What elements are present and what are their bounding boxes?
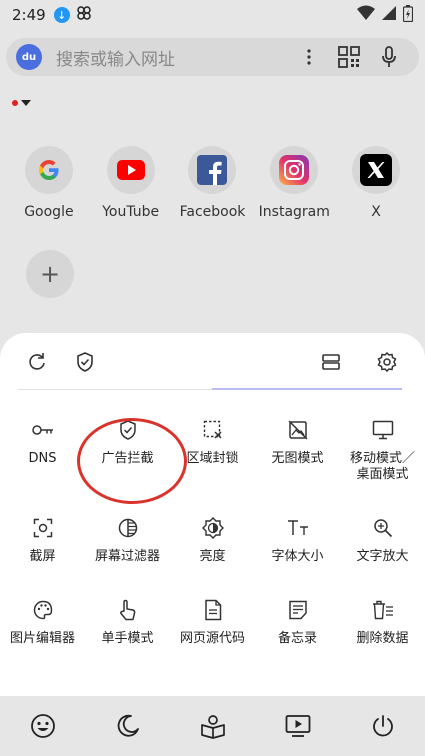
tool-label: 亮度 — [199, 549, 226, 564]
address-bar[interactable]: du 搜索或输入网址 — [6, 38, 419, 76]
tab-indicator — [212, 388, 402, 390]
signal-icon — [381, 5, 397, 25]
shortcut-youtube[interactable]: YouTube — [90, 146, 172, 220]
tool-label: 屏幕过滤器 — [94, 549, 160, 564]
baidu-logo-icon[interactable]: du — [16, 44, 42, 70]
status-time: 2:49 — [12, 6, 46, 24]
no-image-icon — [287, 419, 309, 441]
status-bar: 2:49 ↓ — [0, 0, 425, 30]
tool-label: 无图模式 — [271, 451, 324, 466]
settings-gear-icon[interactable] — [374, 349, 400, 375]
tool-dns[interactable]: DNS — [0, 419, 85, 483]
tools-grid: DNS 广告拦截 区域封锁 无图模式 移动模式／ 桌面模式 截屏 屏幕过滤器 亮… — [0, 419, 425, 647]
tool-label: 移动模式／ 桌面模式 — [349, 451, 415, 482]
tool-one-hand[interactable]: 单手模式 — [85, 599, 170, 647]
shield-check-icon — [117, 419, 139, 441]
tool-label: 文字放大 — [356, 549, 409, 564]
tool-label: 字体大小 — [271, 549, 324, 564]
google-icon — [24, 146, 73, 194]
shortcut-row: Google YouTube Facebook Instagram X — [0, 146, 425, 220]
tab-list-icon[interactable] — [318, 349, 344, 375]
video-player-icon[interactable] — [283, 711, 313, 741]
search-engine-switch[interactable] — [12, 92, 31, 106]
tool-label: 网页源代码 — [179, 631, 245, 646]
tool-label: 单手模式 — [101, 631, 154, 646]
tool-memo[interactable]: 备忘录 — [255, 599, 340, 647]
tool-brightness[interactable]: 亮度 — [170, 517, 255, 565]
tools-sheet: DNS 广告拦截 区域封锁 无图模式 移动模式／ 桌面模式 截屏 屏幕过滤器 亮… — [0, 333, 425, 696]
shortcut-google[interactable]: Google — [8, 146, 90, 220]
notification-icon — [76, 5, 92, 25]
reader-mode-icon[interactable] — [198, 711, 228, 741]
more-vert-icon[interactable] — [289, 42, 329, 72]
tool-region-block[interactable]: 区域封锁 — [170, 419, 255, 483]
facebook-icon — [188, 146, 237, 194]
monitor-icon — [372, 419, 394, 441]
tool-font-size[interactable]: 字体大小 — [255, 517, 340, 565]
engine-indicator-icon — [12, 100, 18, 106]
tool-page-source[interactable]: 网页源代码 — [170, 599, 255, 647]
tool-label: 区域封锁 — [186, 451, 239, 466]
refresh-icon[interactable] — [24, 349, 50, 375]
youtube-icon — [106, 146, 155, 194]
tool-label: 删除数据 — [356, 631, 409, 646]
tool-label: 广告拦截 — [101, 451, 154, 466]
tool-desktop-mode[interactable]: 移动模式／ 桌面模式 — [340, 419, 425, 483]
battery-icon — [402, 4, 414, 26]
tool-screen-filter[interactable]: 屏幕过滤器 — [85, 517, 170, 565]
shield-tab-icon[interactable] — [72, 349, 98, 375]
bottom-toolbar — [0, 696, 425, 756]
shortcut-label: YouTube — [102, 204, 160, 220]
delete-data-icon — [372, 599, 394, 621]
shortcut-label: Instagram — [258, 204, 330, 220]
power-exit-icon[interactable] — [368, 711, 398, 741]
tool-image-editor[interactable]: 图片编辑器 — [0, 599, 85, 647]
screen-filter-icon — [117, 517, 139, 539]
shortcut-instagram[interactable]: Instagram — [253, 146, 335, 220]
font-size-icon — [287, 517, 309, 539]
add-shortcut-button[interactable]: + — [26, 250, 74, 298]
zoom-text-icon — [372, 517, 394, 539]
region-block-icon — [202, 419, 224, 441]
wifi-icon — [357, 5, 375, 25]
key-icon — [31, 419, 54, 441]
shortcut-label: X — [371, 204, 381, 220]
chevron-down-icon — [21, 100, 31, 106]
tool-delete-data[interactable]: 删除数据 — [340, 599, 425, 647]
one-hand-icon — [117, 599, 139, 621]
screenshot-icon — [32, 517, 54, 539]
palette-icon — [32, 599, 54, 621]
tool-no-image[interactable]: 无图模式 — [255, 419, 340, 483]
tool-label: 备忘录 — [277, 631, 317, 646]
shortcut-label: Facebook — [179, 204, 246, 220]
tool-screenshot[interactable]: 截屏 — [0, 517, 85, 565]
shortcut-label: Google — [24, 204, 74, 220]
brightness-icon — [201, 517, 224, 539]
emoji-icon[interactable] — [28, 711, 58, 741]
tool-label: DNS — [28, 451, 57, 466]
tool-label: 图片编辑器 — [9, 631, 75, 646]
x-icon — [352, 146, 401, 194]
shortcut-x[interactable]: X — [335, 146, 417, 220]
shortcut-facebook[interactable]: Facebook — [172, 146, 254, 220]
qr-scan-icon[interactable] — [329, 42, 369, 72]
download-icon: ↓ — [53, 7, 70, 23]
tool-label: 截屏 — [29, 549, 56, 564]
instagram-icon — [270, 146, 319, 194]
microphone-icon[interactable] — [369, 42, 409, 72]
night-mode-icon[interactable] — [113, 711, 143, 741]
source-code-icon — [202, 599, 224, 621]
memo-icon — [287, 599, 309, 621]
tool-text-zoom[interactable]: 文字放大 — [340, 517, 425, 565]
search-input[interactable]: 搜索或输入网址 — [56, 45, 289, 70]
sheet-header — [0, 333, 425, 391]
tool-ad-block[interactable]: 广告拦截 — [85, 419, 170, 483]
